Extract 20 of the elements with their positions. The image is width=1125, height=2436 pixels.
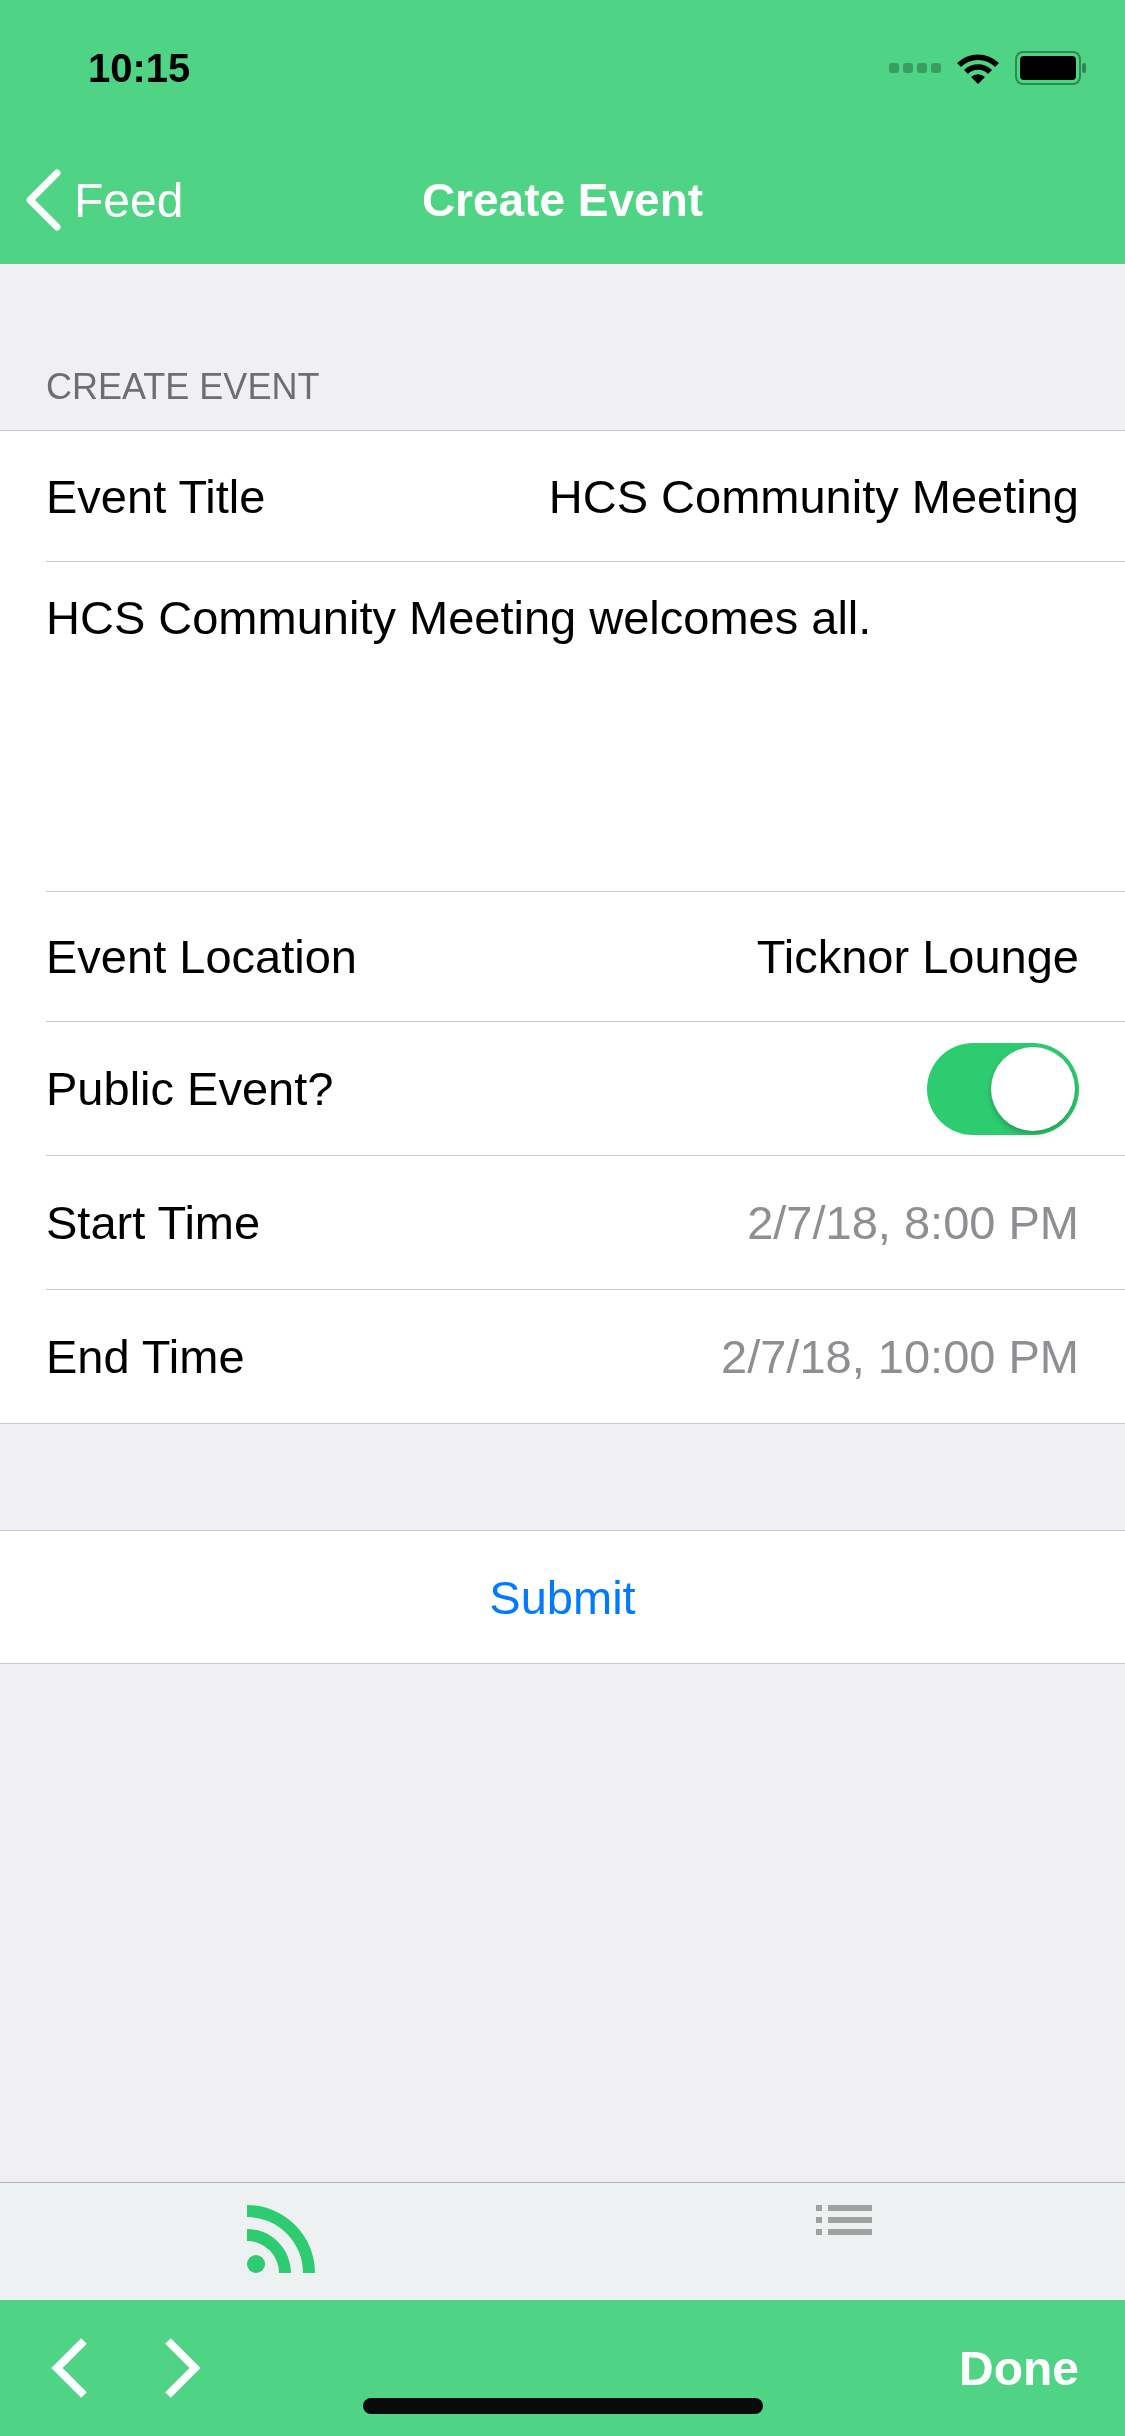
text-field[interactable]: Ticknor Lounge xyxy=(756,929,1079,984)
date-field[interactable]: 2/7/18, 8:00 PM xyxy=(747,1195,1079,1250)
chevron-left-icon xyxy=(24,169,62,231)
text-field[interactable]: HCS Community Meeting xyxy=(548,468,1079,524)
screen-title: Create Event xyxy=(421,173,704,227)
signal-icon xyxy=(889,62,941,74)
status-time: 10:15 xyxy=(88,45,191,91)
date-field[interactable]: 2/7/18, 10:00 PM xyxy=(721,1329,1079,1384)
field-label: Event Title xyxy=(46,468,266,524)
feed-icon xyxy=(247,2205,316,2273)
submit-button[interactable]: Submit xyxy=(483,1568,642,1626)
section-header: CREATE EVENT xyxy=(46,366,321,409)
list-icon xyxy=(815,2205,872,2235)
field-label: Public Event? xyxy=(46,1061,334,1116)
field-label: Event Location xyxy=(46,929,357,984)
field-label: Start Time xyxy=(46,1195,261,1250)
field-label: End Time xyxy=(46,1329,245,1384)
battery-icon xyxy=(1015,51,1087,85)
wifi-icon xyxy=(955,51,1001,85)
description-field[interactable]: HCS Community Meeting welcomes all. xyxy=(46,561,1125,891)
